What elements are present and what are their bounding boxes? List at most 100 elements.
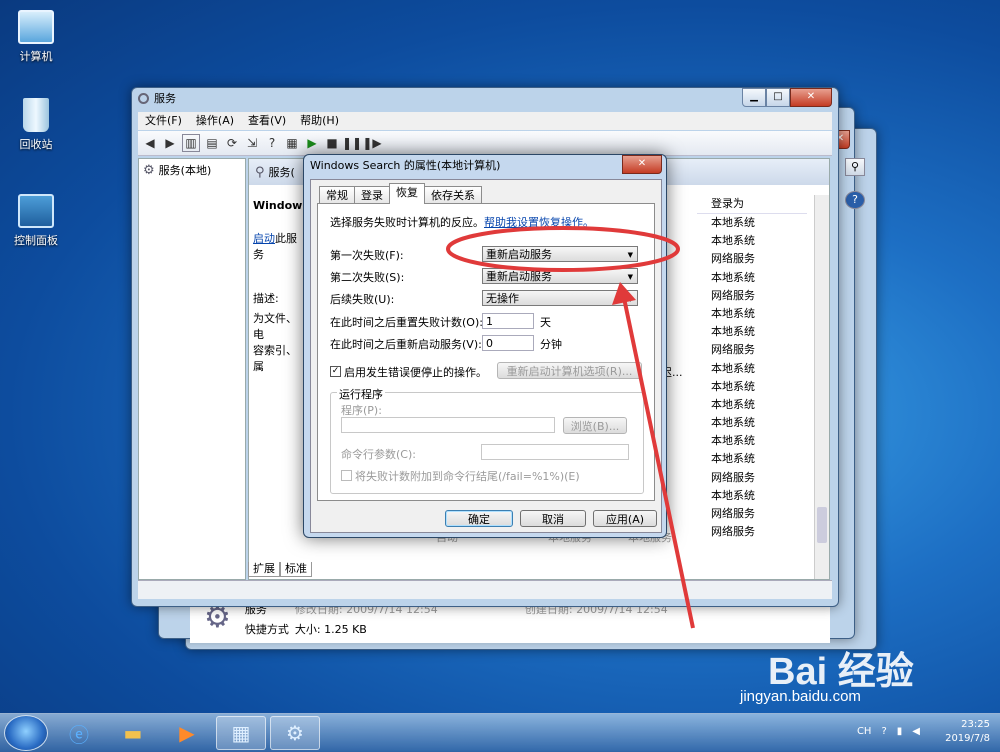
media-player-icon[interactable]: ▶ — [162, 716, 212, 750]
logon-cell: 本地系统 — [711, 397, 755, 411]
system-tray: CH ? ▮ ◀ — [857, 726, 920, 737]
search-icon[interactable]: ⚲ — [845, 158, 865, 176]
view-tabs: 扩展 标准 — [248, 562, 312, 577]
description-line: 为文件、电 — [253, 312, 297, 341]
help-icon[interactable]: ? — [845, 191, 865, 209]
logon-column: 登录为 本地系统 本地系统 网络服务 本地系统 网络服务 本地系统 本地系统 网络服务 本地系统… — [697, 195, 807, 541]
enable-actions-checkbox[interactable]: ✓ — [330, 366, 341, 377]
play-icon[interactable]: ▶ — [304, 135, 320, 151]
ok-button[interactable]: 确定 — [445, 510, 513, 527]
start-line: 启动此服务 — [253, 230, 303, 262]
refresh-icon[interactable]: ⟳ — [224, 135, 240, 151]
intro-line: 选择服务失败时计算机的反应。帮助我设置恢复操作。 — [330, 214, 594, 230]
tree-item-services-local[interactable]: ⚙ 服务(本地) — [139, 159, 245, 181]
dialog-title: Windows Search 的属性(本地计算机) — [310, 159, 501, 172]
pause-icon[interactable]: ❚❚ — [342, 135, 362, 151]
minimize-button[interactable]: ▁ — [742, 88, 766, 107]
program-input[interactable] — [341, 417, 555, 433]
start-button[interactable] — [4, 715, 48, 751]
vertical-scrollbar[interactable] — [814, 195, 829, 579]
first-failure-select[interactable]: 重新启动服务 — [482, 246, 638, 263]
desktop-icon-label: 控制面板 — [14, 234, 58, 247]
dialog-tabs: 常规 登录 恢复 依存关系 — [319, 183, 482, 204]
cancel-button[interactable]: 取消 — [520, 510, 586, 527]
start-service-link[interactable]: 启动 — [253, 232, 275, 245]
tab-recovery[interactable]: 恢复 — [389, 183, 425, 204]
intro-text: 选择服务失败时计算机的反应。 — [330, 216, 484, 229]
description-line: 容索引、属 — [253, 344, 297, 373]
logon-cell: 网络服务 — [711, 525, 755, 539]
export-icon[interactable]: ⇲ — [244, 135, 260, 151]
append-fail-label: 将失败计数附加到命令行结尾(/fail=%1%)(E) — [355, 470, 580, 483]
enable-actions-label: 启用发生错误便停止的操作。 — [344, 366, 487, 379]
run-program-legend: 运行程序 — [337, 386, 385, 402]
logon-cell: 本地系统 — [711, 361, 755, 375]
tab-logon[interactable]: 登录 — [354, 186, 390, 204]
tree-item-label: 服务(本地) — [158, 164, 212, 177]
menu-file[interactable]: 文件(F) — [138, 112, 189, 130]
restart-service-input[interactable]: 0 — [482, 335, 534, 351]
maximize-button[interactable]: □ — [766, 88, 790, 107]
show-tree-icon[interactable]: ▥ — [182, 134, 200, 152]
second-failure-select[interactable]: 重新启动服务 — [482, 268, 638, 285]
restart-service-unit: 分钟 — [540, 338, 562, 351]
help-link[interactable]: 帮助我设置恢复操作。 — [484, 216, 594, 229]
subsequent-failure-select[interactable]: 无操作 — [482, 290, 638, 307]
logon-cell: 网络服务 — [711, 343, 755, 357]
restart-computer-options-button[interactable]: 重新启动计算机选项(R)... — [497, 362, 642, 379]
ie-icon[interactable]: ⓔ — [54, 716, 104, 750]
back-arrow-icon[interactable]: ◀ — [142, 135, 158, 151]
service-info: Windows 启动此服务 描述: 为文件、电 容索引、属 — [253, 199, 303, 374]
second-failure-label: 第二次失败(S): — [330, 271, 405, 284]
clock[interactable]: 23:25 2019/7/8 — [945, 718, 990, 746]
item-type: 快捷方式 — [244, 623, 289, 636]
properties-dialog: Windows Search 的属性(本地计算机) ✕ 常规 登录 恢复 依存关… — [303, 154, 667, 538]
tab-general[interactable]: 常规 — [319, 186, 355, 204]
forward-arrow-icon[interactable]: ▶ — [162, 135, 178, 151]
cmd-params-input[interactable] — [481, 444, 629, 460]
language-indicator[interactable]: CH — [857, 726, 872, 737]
stop-icon[interactable]: ■ — [324, 135, 340, 151]
logon-cell: 网络服务 — [711, 470, 755, 484]
menu-help[interactable]: 帮助(H) — [293, 112, 346, 130]
subsequent-failure-label: 后续失败(U): — [330, 293, 395, 306]
logon-cell: 本地系统 — [711, 234, 755, 248]
folder-icon[interactable]: ▬ — [108, 716, 158, 750]
desktop-icon-computer[interactable]: 计算机 — [8, 10, 64, 64]
help-icon[interactable]: ? — [264, 135, 280, 151]
dialog-close-button[interactable]: ✕ — [622, 155, 662, 174]
view-icon[interactable]: ▦ — [284, 135, 300, 151]
logon-cell: 本地系统 — [711, 488, 755, 502]
properties-icon[interactable]: ▤ — [204, 135, 220, 151]
control-panel-taskbar-icon[interactable]: ▦ — [216, 716, 266, 750]
tab-extended[interactable]: 扩展 — [248, 562, 280, 577]
apply-button[interactable]: 应用(A) — [593, 510, 657, 527]
scrollbar-thumb[interactable] — [817, 507, 827, 543]
search-icon: ⚲ — [255, 164, 265, 180]
logon-cell: 本地系统 — [711, 452, 755, 466]
volume-icon[interactable]: ◀ — [912, 726, 920, 737]
tab-dependencies[interactable]: 依存关系 — [424, 186, 482, 204]
help-icon[interactable]: ? — [881, 726, 886, 737]
dialog-body: 常规 登录 恢复 依存关系 选择服务失败时计算机的反应。帮助我设置恢复操作。 第… — [310, 179, 662, 533]
menu-view[interactable]: 查看(V) — [241, 112, 293, 130]
desktop-icon-label: 计算机 — [19, 50, 53, 63]
tree-pane: ⚙ 服务(本地) — [138, 158, 246, 580]
column-header-logon[interactable]: 登录为 — [697, 195, 807, 214]
network-icon[interactable]: ▮ — [897, 726, 903, 737]
tab-standard[interactable]: 标准 — [280, 562, 312, 577]
menu-action[interactable]: 操作(A) — [189, 112, 241, 130]
close-button[interactable]: ✕ — [790, 88, 832, 107]
desktop-icon-recycle-bin[interactable]: 回收站 — [8, 98, 64, 152]
program-label: 程序(P): — [341, 404, 382, 417]
detail-header-title: 服务( — [268, 166, 295, 179]
desktop-icon-label: 回收站 — [19, 138, 53, 151]
menu-bar: 文件(F) 操作(A) 查看(V) 帮助(H) — [138, 112, 832, 130]
append-fail-checkbox[interactable] — [341, 470, 352, 481]
reset-count-input[interactable]: 1 — [482, 313, 534, 329]
toolbar: ◀ ▶ ▥ ▤ ⟳ ⇲ ? ▦ ▶ ■ ❚❚ ❚▶ — [138, 131, 832, 156]
desktop-icon-control-panel[interactable]: 控制面板 — [8, 194, 64, 248]
services-taskbar-icon[interactable]: ⚙ — [270, 716, 320, 750]
restart-icon[interactable]: ❚▶ — [362, 135, 381, 151]
browse-button[interactable]: 浏览(B)... — [563, 417, 627, 434]
